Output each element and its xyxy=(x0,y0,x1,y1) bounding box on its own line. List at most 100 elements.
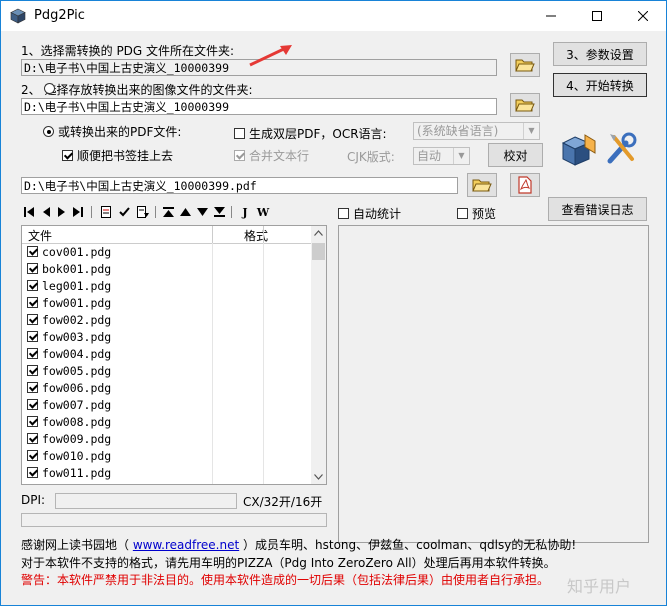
progress-bar xyxy=(21,513,327,527)
file-row[interactable]: fow005.pdg xyxy=(22,363,312,380)
preview-label: 预览 xyxy=(472,207,497,221)
file-row-checkbox[interactable] xyxy=(27,263,38,274)
file-row[interactable]: fow004.pdg xyxy=(22,346,312,363)
file-row[interactable]: fow006.pdg xyxy=(22,380,312,397)
bookmark-checkbox[interactable] xyxy=(62,150,73,161)
file-row-checkbox[interactable] xyxy=(27,450,38,461)
bookmark-option[interactable]: 顺便把书签挂上去 xyxy=(62,147,173,164)
file-row[interactable]: fow010.pdg xyxy=(22,448,312,465)
file-list[interactable]: 文件 格式 cov001.pdg bok001.pdg leg001.pdg fow0… xyxy=(21,225,327,485)
header-divider xyxy=(263,226,264,243)
cjk-label: CJK版式: xyxy=(347,150,395,164)
merge-text-checkbox[interactable] xyxy=(234,150,245,161)
check-all-icon[interactable] xyxy=(117,205,131,219)
tool-w-button[interactable]: W xyxy=(255,205,271,219)
convert-pdf-option[interactable]: 或转换出来的PDF文件: xyxy=(43,123,181,140)
error-log-button[interactable]: 查看错误日志 xyxy=(548,197,647,221)
file-row-checkbox[interactable] xyxy=(27,246,38,257)
file-row-name: fow010.pdg xyxy=(42,449,112,463)
credits-text-b: ）成员车明、hstong、伊兹鱼、coolman、qdlsy的无私协助! xyxy=(239,538,577,552)
preview-option[interactable]: 预览 xyxy=(457,205,496,222)
folder-open-icon xyxy=(515,99,535,112)
maximize-icon xyxy=(592,11,602,21)
credits-text-a: 感谢网上读书园地（ xyxy=(21,538,133,552)
title-bar[interactable]: Pdg2Pic xyxy=(1,1,666,31)
file-row[interactable]: fow003.pdg xyxy=(22,329,312,346)
browse-pdf-button[interactable] xyxy=(467,173,497,197)
file-row-checkbox[interactable] xyxy=(27,467,38,478)
annotation-arrow-icon xyxy=(249,45,292,67)
file-row[interactable]: cov001.pdg xyxy=(22,244,312,261)
first-icon[interactable] xyxy=(22,205,36,219)
preview-checkbox[interactable] xyxy=(457,208,468,219)
file-row-name: fow008.pdg xyxy=(42,415,112,429)
column-file[interactable]: 文件 xyxy=(28,227,52,244)
auto-stat-option[interactable]: 自动统计 xyxy=(338,205,401,222)
file-row-checkbox[interactable] xyxy=(27,314,38,325)
file-row-checkbox[interactable] xyxy=(27,382,38,393)
file-row[interactable]: fow007.pdg xyxy=(22,397,312,414)
file-row-checkbox[interactable] xyxy=(27,280,38,291)
move-up-icon[interactable] xyxy=(178,205,192,219)
scroll-up-icon[interactable] xyxy=(314,230,323,236)
double-layer-option[interactable]: 生成双层PDF，OCR语言: xyxy=(234,125,387,142)
auto-stat-checkbox[interactable] xyxy=(338,208,349,219)
page-icon[interactable] xyxy=(99,205,113,219)
file-row[interactable]: fow008.pdg xyxy=(22,414,312,431)
watermark: 知乎用户 xyxy=(567,577,632,596)
file-row-checkbox[interactable] xyxy=(27,399,38,410)
close-button[interactable] xyxy=(620,1,666,31)
package-icon xyxy=(561,134,596,166)
file-row[interactable]: bok001.pdg xyxy=(22,261,312,278)
file-row-checkbox[interactable] xyxy=(27,297,38,308)
pdf-file-field[interactable]: D:\电子书\中国上古史演义_10000399.pdf xyxy=(21,177,458,194)
file-row-name: cov001.pdg xyxy=(42,245,112,259)
file-row-checkbox[interactable] xyxy=(27,331,38,342)
file-row[interactable]: leg001.pdg xyxy=(22,278,312,295)
output-folder-radio[interactable] xyxy=(44,83,55,94)
ocr-language-select[interactable]: (系统缺省语言) ▼ xyxy=(413,122,540,140)
page-edit-icon[interactable] xyxy=(135,205,151,219)
double-layer-label: 生成双层PDF，OCR语言: xyxy=(249,127,387,141)
cjk-layout-select[interactable]: 自动 ▼ xyxy=(413,147,470,165)
maximize-button[interactable] xyxy=(574,1,620,31)
scroll-thumb[interactable] xyxy=(312,243,325,260)
browse-source-button[interactable] xyxy=(510,53,540,77)
file-row-name: leg001.pdg xyxy=(42,279,112,293)
output-folder-field[interactable]: D:\电子书\中国上古史演义_10000399 xyxy=(21,98,497,115)
minimize-button[interactable] xyxy=(528,1,574,31)
params-button[interactable]: 3、参数设置 xyxy=(553,42,647,66)
move-down-icon[interactable] xyxy=(195,205,209,219)
file-list-scrollbar[interactable] xyxy=(311,226,326,484)
readfree-link[interactable]: www.readfree.net xyxy=(133,538,239,552)
open-pdf-button[interactable] xyxy=(510,173,540,197)
file-row-checkbox[interactable] xyxy=(27,348,38,359)
file-row-checkbox[interactable] xyxy=(27,433,38,444)
scroll-down-icon[interactable] xyxy=(314,474,323,480)
convert-pdf-radio[interactable] xyxy=(43,126,54,137)
tool-j-button[interactable]: J xyxy=(238,205,252,219)
format-hint-line: 对于本软件不支持的格式，请先用车明的PIZZA（Pdg Into ZeroZer… xyxy=(21,556,556,570)
file-row[interactable]: fow011.pdg xyxy=(22,465,312,482)
start-convert-button[interactable]: 4、开始转换 xyxy=(553,73,647,97)
next-icon[interactable] xyxy=(55,205,69,219)
move-top-icon[interactable] xyxy=(161,205,175,219)
file-row[interactable]: fow001.pdg xyxy=(22,295,312,312)
move-bottom-icon[interactable] xyxy=(212,205,226,219)
column-format[interactable]: 格式 xyxy=(244,227,268,244)
double-layer-checkbox[interactable] xyxy=(234,128,245,139)
file-row[interactable]: fow009.pdg xyxy=(22,431,312,448)
file-row[interactable]: fow002.pdg xyxy=(22,312,312,329)
browse-output-button[interactable] xyxy=(510,93,540,117)
file-row-checkbox[interactable] xyxy=(27,365,38,376)
header-divider xyxy=(212,226,213,243)
step1-label: 1、选择需转换的 PDG 文件所在文件夹: xyxy=(21,44,235,58)
merge-text-option[interactable]: 合并文本行 xyxy=(234,147,309,164)
warning-line: 警告：本软件严禁用于非法目的。使用本软件造成的一切后果（包括法律后果）由使用者自… xyxy=(21,573,550,587)
toolbar-separator xyxy=(89,205,95,219)
last-icon[interactable] xyxy=(71,205,85,219)
previous-icon[interactable] xyxy=(39,205,53,219)
pdf-icon xyxy=(518,176,532,194)
verify-button[interactable]: 校对 xyxy=(488,143,543,167)
file-row-checkbox[interactable] xyxy=(27,416,38,427)
